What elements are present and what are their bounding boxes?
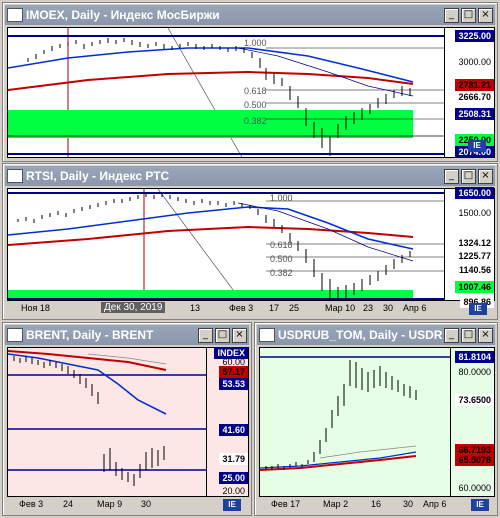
date-label: Фев 17 [271,499,301,509]
date-label: 16 [371,499,382,509]
date-label: 17 [269,303,280,313]
close-button[interactable]: × [478,327,493,343]
price-label: 3000.00 [458,57,491,67]
fib-0618: 0.618 [244,86,267,96]
brent-price-axis: INDEX 60.00 57.17 53.53 41.60 31.79 25.0… [207,347,249,497]
usdrub-window[interactable]: USDRUB_TOM, Daily - USDR _ □ × 81.8104 8… [254,322,498,516]
brent-window[interactable]: BRENT, Daily - BRENT _ □ × INDEX 60.00 5… [2,322,252,516]
minimize-button[interactable]: _ [198,327,213,343]
price-label: 2508.31 [455,108,494,120]
brent-titlebar[interactable]: BRENT, Daily - BRENT _ □ × [5,325,249,345]
brent-title: BRENT, Daily - BRENT [26,328,154,342]
date-label: Мар 10 [325,303,356,313]
date-label: Ноя 18 [21,303,50,313]
maximize-button[interactable]: □ [215,327,230,343]
fib-1000: 1.000 [270,193,293,203]
date-label: 30 [403,499,414,509]
price-label: 65.5078 [455,454,494,466]
price-label: 1007.46 [455,281,494,293]
rtsi-price-axis: 1650.00 1500.00 1324.12 1225.77 1140.56 … [445,187,495,308]
price-label: 1324.12 [455,237,494,249]
scroll-button[interactable]: IE [471,499,489,511]
price-label: 53.53 [219,378,248,390]
price-current: 1140.56 [455,264,494,276]
date-label: 13 [190,303,201,313]
minimize-button[interactable]: _ [444,7,459,23]
rtsi-title: RTSI, Daily - Индекс РТС [26,169,170,183]
scroll-button[interactable]: IE [469,303,487,315]
close-button[interactable]: × [478,7,493,23]
price-label: 25.00 [219,472,248,484]
usdrub-titlebar[interactable]: USDRUB_TOM, Daily - USDR _ □ × [257,325,495,345]
fib-1000: 1.000 [244,38,267,48]
chart-icon [259,328,275,342]
imoex-title: IMOEX, Daily - Индекс МосБиржи [26,8,220,22]
price-label: 20.00 [222,486,245,496]
price-label: 57.17 [219,366,248,378]
rtsi-titlebar[interactable]: RTSI, Daily - Индекс РТС _ □ × [5,166,495,186]
date-label: 25 [289,303,300,313]
price-current: 73.6500 [455,394,494,406]
minimize-button[interactable]: _ [444,327,459,343]
imoex-titlebar[interactable]: IMOEX, Daily - Индекс МосБиржи _ □ × [5,5,495,25]
brent-date-axis: Фев 3 24 Мар 9 30 [7,498,207,512]
price-label: 3225.00 [455,30,494,42]
usdrub-chart[interactable] [259,347,451,497]
price-label: 81.8104 [455,351,494,363]
price-label: 1500.00 [458,208,491,218]
price-current: 2666.70 [455,91,494,103]
usdrub-price-axis: 81.8104 80.0000 73.6500 66.7193 65.5078 … [451,347,495,497]
chart-icon [7,8,23,22]
price-label: 2781.21 [455,79,494,91]
minimize-button[interactable]: _ [444,168,459,184]
rtsi-chart[interactable]: 1.000 0.618 0.500 0.382 [7,188,445,301]
crosshair-date-label: Дек 30, 2019 [101,302,166,313]
maximize-button[interactable]: □ [461,327,476,343]
fib-0500: 0.500 [244,100,267,110]
price-label: 1650.00 [455,187,494,199]
date-label: Апр 6 [403,303,427,313]
date-label: Мар 2 [323,499,349,509]
price-label: 41.60 [219,424,248,436]
chart-icon [7,169,23,183]
date-label: Фев 3 [229,303,254,313]
fib-0618: 0.618 [270,240,293,250]
usdrub-date-axis: Фев 17 Мар 2 16 30 Апр 6 [259,498,451,512]
fib-0500: 0.500 [270,254,293,264]
price-label: 60.0000 [458,483,491,493]
date-label: 23 [363,303,374,313]
scroll-button[interactable]: IE [468,140,486,152]
close-button[interactable]: × [232,327,247,343]
rtsi-date-axis: Ноя 18 Дек 30, 2019 13 Фев 3 17 25 Мар 1… [7,302,445,316]
imoex-window[interactable]: IMOEX, Daily - Индекс МосБиржи _ □ × 1.0… [2,2,498,162]
date-label: 30 [383,303,394,313]
close-button[interactable]: × [478,168,493,184]
usdrub-title: USDRUB_TOM, Daily - USDR [278,328,442,342]
brent-chart[interactable] [7,347,207,497]
price-label: 80.0000 [458,367,491,377]
price-current: 31.79 [219,453,248,465]
date-label: Мар 9 [97,499,123,509]
imoex-chart[interactable]: 1.000 0.618 0.500 0.382 [7,27,445,158]
scroll-button[interactable]: IE [223,499,241,511]
date-label: 24 [63,499,74,509]
date-label: Фев 3 [19,499,44,509]
price-label: 1225.77 [455,250,494,262]
date-label: 30 [141,499,152,509]
chart-icon [7,328,23,342]
imoex-price-axis: 3225.00 3000.00 2781.21 2666.70 2508.31 … [445,27,495,158]
date-label: Апр 6 [423,499,447,509]
fib-0382: 0.382 [270,268,293,278]
maximize-button[interactable]: □ [461,7,476,23]
fib-0382: 0.382 [244,116,267,126]
maximize-button[interactable]: □ [461,168,476,184]
rtsi-window[interactable]: RTSI, Daily - Индекс РТС _ □ × 1.000 0.6… [2,163,498,320]
